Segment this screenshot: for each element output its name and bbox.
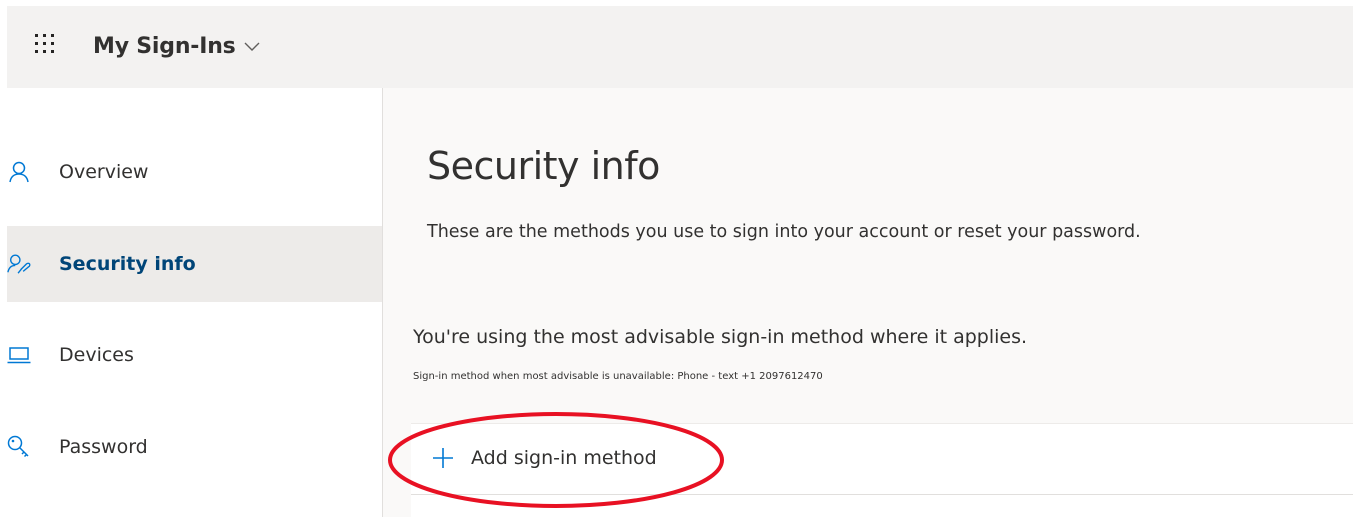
sidebar-item-overview[interactable]: Overview	[7, 134, 382, 210]
page-title: Security info	[427, 144, 660, 188]
person-key-icon	[7, 252, 31, 276]
key-icon	[7, 435, 31, 459]
methods-panel: Add sign-in method	[411, 423, 1353, 518]
sidebar-item-label: Overview	[59, 161, 149, 183]
app-title: My Sign-Ins	[93, 34, 236, 59]
sidebar-item-devices[interactable]: Devices	[7, 317, 382, 393]
sidebar-item-label: Password	[59, 436, 148, 458]
waffle-icon[interactable]	[35, 34, 54, 53]
chevron-down-icon	[244, 42, 260, 51]
main-content: Security info These are the methods you …	[383, 88, 1353, 518]
sidebar-item-label: Security info	[59, 253, 196, 275]
plus-icon	[433, 448, 453, 468]
advisable-method-text: You're using the most advisable sign-in …	[413, 326, 1028, 348]
divider	[411, 494, 1353, 495]
sidebar-item-password[interactable]: Password	[7, 409, 382, 485]
sidebar-item-label: Devices	[59, 344, 134, 366]
top-bar: My Sign-Ins	[7, 6, 1353, 88]
page-description: These are the methods you use to sign in…	[427, 222, 1141, 242]
sidebar-item-security-info[interactable]: Security info	[7, 226, 382, 302]
person-icon	[7, 160, 31, 184]
add-sign-in-method-button[interactable]: Add sign-in method	[431, 446, 657, 470]
laptop-icon	[7, 343, 31, 367]
fallback-method-text: Sign-in method when most advisable is un…	[413, 371, 823, 382]
app-title-menu[interactable]: My Sign-Ins	[93, 34, 260, 59]
add-sign-in-method-label: Add sign-in method	[471, 447, 657, 469]
sidebar: Overview Security info Devices Password	[7, 88, 383, 517]
